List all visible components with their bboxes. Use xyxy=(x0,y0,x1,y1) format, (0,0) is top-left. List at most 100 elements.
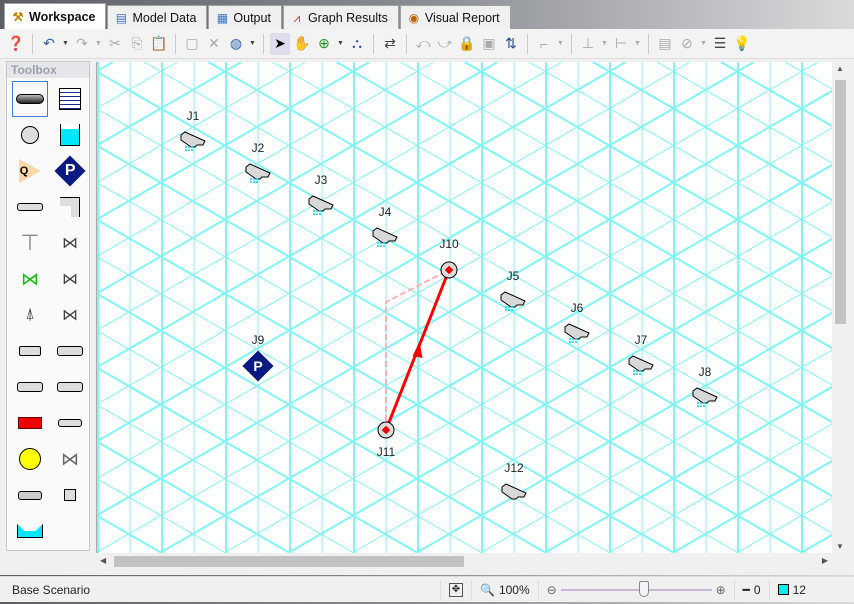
dead-end-tool-icon[interactable] xyxy=(12,333,48,369)
zoom-out-icon[interactable]: ⊖ xyxy=(547,583,557,597)
bend-dropdown-icon[interactable]: ▼ xyxy=(556,33,565,55)
fit-to-window-button[interactable]: ✥ xyxy=(440,579,471,600)
tab-model-data[interactable]: ▤ Model Data xyxy=(107,5,208,29)
redo-dropdown-icon[interactable]: ▼ xyxy=(94,33,103,55)
junction-j10[interactable]: J10 xyxy=(439,237,459,279)
assigned-flow-tool-icon[interactable]: Q xyxy=(12,153,48,189)
pan-hand-icon[interactable]: ✋ xyxy=(292,33,312,55)
three-way-valve-tool-icon[interactable]: ⋈ xyxy=(52,297,88,333)
general-component-tool-icon[interactable] xyxy=(52,477,88,513)
horizontal-scrollbar[interactable]: ◀ ▶ xyxy=(96,553,832,569)
tab-output[interactable]: ▦ Output xyxy=(208,5,282,29)
spray-discharge-tool-icon[interactable] xyxy=(52,405,88,441)
heat-exchanger-tool-icon[interactable] xyxy=(12,477,48,513)
rotate-left-icon[interactable]: ⤺ xyxy=(413,33,433,55)
zoom-slider-thumb[interactable] xyxy=(638,580,649,597)
grid-line xyxy=(784,62,832,90)
tee-tool-icon[interactable]: ⊤ xyxy=(12,225,48,261)
relief-valve-tool-icon[interactable]: ⍋ xyxy=(12,297,48,333)
junction-j9[interactable]: P J9 xyxy=(242,333,274,382)
zoom-in-icon[interactable]: ⊕ xyxy=(716,583,726,597)
scroll-right-icon[interactable]: ▶ xyxy=(822,556,828,565)
group-icon[interactable]: ▣ xyxy=(479,33,499,55)
vertical-scrollbar[interactable]: ▲ ▼ xyxy=(832,62,848,553)
no-icon[interactable]: ⊘ xyxy=(677,33,697,55)
junction-j5[interactable]: J5 xyxy=(500,269,526,311)
properties-icon[interactable]: ▤ xyxy=(655,33,675,55)
workspace-drawing[interactable]: J1 J2 J3 J4 J5 J6 J7 J8 P J9 J10 J11 J12 xyxy=(97,62,832,553)
lock-icon[interactable]: 🔒 xyxy=(457,33,477,55)
compressor-tool-icon[interactable] xyxy=(12,441,48,477)
annotation-tool-icon[interactable] xyxy=(52,81,88,117)
zoom-slider[interactable]: ⊖ ⊕ xyxy=(537,579,734,600)
list-icon[interactable]: ☰ xyxy=(710,33,730,55)
spray-droplet xyxy=(250,181,252,183)
venturi-tool-icon[interactable] xyxy=(12,369,48,405)
spray-droplet xyxy=(191,146,193,148)
bend-line-icon[interactable]: ⌐ xyxy=(534,33,554,55)
scroll-up-icon[interactable]: ▲ xyxy=(836,64,844,73)
tab-workspace[interactable]: ⚒ Workspace xyxy=(4,3,107,29)
control-valve-tool-icon[interactable]: ⋈ xyxy=(12,261,48,297)
cut-icon[interactable]: ✂ xyxy=(105,33,125,55)
globe-dropdown-icon[interactable]: ▼ xyxy=(248,33,257,55)
distribute-dropdown-icon[interactable]: ▼ xyxy=(633,33,642,55)
undo-icon[interactable]: ↶ xyxy=(39,33,59,55)
horizontal-scroll-thumb[interactable] xyxy=(114,556,464,567)
junction-j3[interactable]: J3 xyxy=(308,173,334,215)
valve-tool-icon[interactable]: ⋈ xyxy=(52,225,88,261)
globe-icon[interactable]: ◍ xyxy=(226,33,246,55)
junction-label: J6 xyxy=(571,301,584,315)
zoom-dropdown-icon[interactable]: ▼ xyxy=(336,33,345,55)
undo-dropdown-icon[interactable]: ▼ xyxy=(61,33,70,55)
tab-graph-results[interactable]: ⩘ Graph Results xyxy=(282,5,399,29)
isometric-grid xyxy=(97,62,832,553)
pump-tool-icon[interactable] xyxy=(12,405,48,441)
reverse-direction-icon[interactable]: ⇄ xyxy=(380,33,400,55)
workspace-canvas[interactable]: J1 J2 J3 J4 J5 J6 J7 J8 P J9 J10 J11 J12 xyxy=(96,62,832,553)
redo-icon[interactable]: ↷ xyxy=(72,33,92,55)
junction-j4[interactable]: J4 xyxy=(372,205,398,247)
zoom-in-icon[interactable]: ⊕ xyxy=(314,33,334,55)
junction-j1[interactable]: J1 xyxy=(180,109,206,151)
separator xyxy=(406,33,407,54)
screen-tool-icon[interactable] xyxy=(52,369,88,405)
volume-balance-tool-icon[interactable] xyxy=(12,513,48,549)
pipe-tool-icon[interactable] xyxy=(12,81,48,117)
paste-icon[interactable]: 📋 xyxy=(149,33,169,55)
assigned-pressure-tool-icon[interactable]: P xyxy=(52,153,88,189)
bend-tool-icon[interactable] xyxy=(52,189,88,225)
scroll-down-icon[interactable]: ▼ xyxy=(836,542,844,551)
area-change-tool-icon[interactable] xyxy=(12,189,48,225)
reservoir-tool-icon[interactable] xyxy=(52,117,88,153)
no-dropdown-icon[interactable]: ▼ xyxy=(699,33,708,55)
notebook-icon: ▤ xyxy=(115,10,128,25)
spray-droplet xyxy=(703,402,705,404)
select-arrow-icon[interactable]: ➤ xyxy=(270,32,290,55)
zoom-slider-track[interactable] xyxy=(560,580,712,597)
align-dropdown-icon[interactable]: ▼ xyxy=(600,33,609,55)
binoculars-icon[interactable]: ⛬ xyxy=(347,33,367,55)
scroll-left-icon[interactable]: ◀ xyxy=(100,556,106,565)
spray-droplet xyxy=(575,341,577,343)
tab-visual-report[interactable]: ◉ Visual Report xyxy=(399,5,511,29)
delete-icon[interactable]: ✕ xyxy=(204,33,224,55)
separator xyxy=(32,33,33,54)
orifice-tool-icon[interactable] xyxy=(52,333,88,369)
vertical-scroll-thumb[interactable] xyxy=(835,80,846,324)
lightbulb-icon[interactable]: 💡 xyxy=(732,33,752,55)
align-icon[interactable]: ⊥ xyxy=(578,33,598,55)
junction-label: J5 xyxy=(507,269,520,283)
spray-droplet xyxy=(508,309,510,311)
help-icon[interactable]: ❓ xyxy=(6,33,26,55)
distribute-icon[interactable]: ⊢ xyxy=(611,33,631,55)
spray-droplet xyxy=(383,245,385,247)
check-valve-tool-icon[interactable]: ⋈ xyxy=(52,261,88,297)
duplicate-icon[interactable]: ▢ xyxy=(182,33,202,55)
rotate-right-icon[interactable]: ⤻ xyxy=(435,33,455,55)
copy-icon[interactable]: ⎘ xyxy=(127,33,147,55)
spray-droplet xyxy=(569,341,571,343)
junction-tool-icon[interactable] xyxy=(12,117,48,153)
sort-icon[interactable]: ⇅ xyxy=(501,33,521,55)
relief-tool-icon[interactable]: ⋈ xyxy=(52,441,88,477)
